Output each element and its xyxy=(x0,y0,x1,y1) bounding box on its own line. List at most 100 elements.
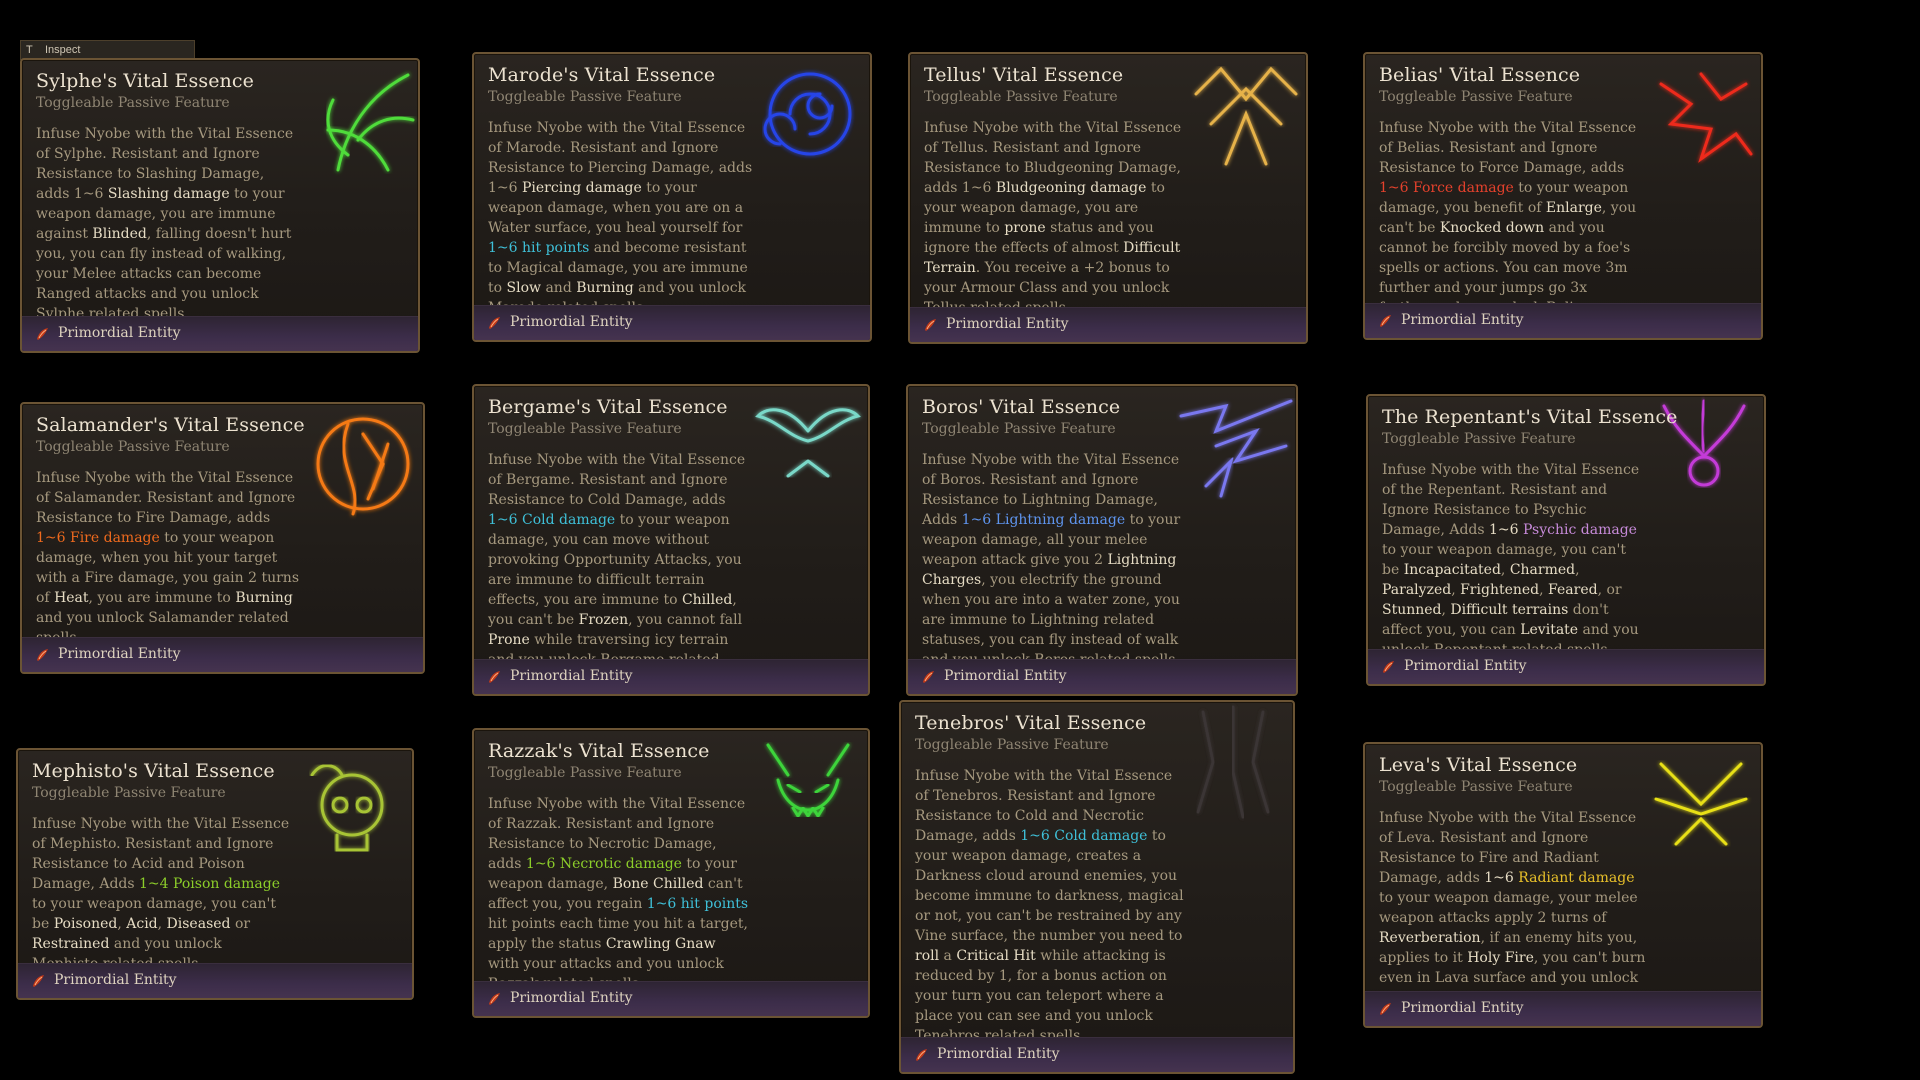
keyword[interactable]: Diseased xyxy=(167,916,231,932)
keyword[interactable]: Bone Chilled xyxy=(613,876,704,892)
keyword[interactable]: Frightened xyxy=(1460,582,1539,598)
card-description: Infuse Nyobe with the Vital Essence of B… xyxy=(922,450,1192,670)
keyword[interactable]: Critical Hit xyxy=(956,948,1035,964)
card-description: Infuse Nyobe with the Vital Essence of R… xyxy=(488,794,750,994)
keyword[interactable]: Incapacitated xyxy=(1404,562,1501,578)
force-burst-icon xyxy=(1641,54,1761,174)
card-title: Marode's Vital Essence xyxy=(488,64,716,86)
footer-label: Primordial Entity xyxy=(510,668,633,684)
keyword[interactable]: Prone xyxy=(488,632,530,648)
footer-label: Primordial Entity xyxy=(54,972,177,988)
footer-label: Primordial Entity xyxy=(1401,312,1524,328)
keyword[interactable]: Paralyzed xyxy=(1382,582,1451,598)
keyword[interactable]: Crawling Gnaw xyxy=(606,936,716,952)
description-text: , xyxy=(1539,582,1549,598)
fire-sigil-icon xyxy=(303,404,423,524)
description-text: , you cannot fall xyxy=(628,612,743,628)
card-subtitle: Toggleable Passive Feature xyxy=(1379,779,1573,795)
primordial-entity-icon xyxy=(34,647,50,663)
keyword[interactable]: Blinded xyxy=(92,226,146,242)
primordial-entity-icon xyxy=(920,669,936,685)
keyword[interactable]: Acid xyxy=(126,916,157,932)
footer-label: Primordial Entity xyxy=(58,325,181,341)
card-title: The Repentant's Vital Essence xyxy=(1382,406,1678,428)
card-footer: Primordial Entity xyxy=(18,963,412,998)
shadow-icon xyxy=(1173,702,1293,822)
essence-tooltip-card: Bergame's Vital Essence Toggleable Passiv… xyxy=(472,384,870,696)
card-title: Salamander's Vital Essence xyxy=(36,414,305,436)
card-footer: Primordial Entity xyxy=(1365,991,1761,1026)
description-text: , xyxy=(1500,562,1510,578)
keyword[interactable]: Poisoned xyxy=(54,916,118,932)
card-description: Infuse Nyobe with the Vital Essence of M… xyxy=(488,118,753,318)
card-title: Tenebros' Vital Essence xyxy=(915,712,1147,734)
essence-tooltip-card: Boros' Vital Essence Toggleable Passive F… xyxy=(906,384,1298,696)
keyword[interactable]: Heat xyxy=(54,590,88,606)
keyword[interactable]: 1~6 Cold damage xyxy=(488,512,615,528)
keyword[interactable]: Frozen xyxy=(579,612,629,628)
keyword[interactable]: 1~6 xyxy=(1484,870,1514,886)
keyword[interactable]: 1~6 Cold damage xyxy=(1020,828,1147,844)
card-footer: Primordial Entity xyxy=(22,316,418,351)
keyword[interactable]: Reverberation xyxy=(1379,930,1481,946)
footer-label: Primordial Entity xyxy=(510,314,633,330)
primordial-entity-icon xyxy=(486,669,502,685)
description-text: or xyxy=(230,916,251,932)
keyword[interactable]: roll xyxy=(915,948,939,964)
keyword[interactable]: Restrained xyxy=(32,936,109,952)
water-swirl-icon xyxy=(750,54,870,174)
keyword[interactable]: Difficult terrains xyxy=(1450,602,1568,618)
keyword[interactable]: Charmed xyxy=(1510,562,1575,578)
card-subtitle: Toggleable Passive Feature xyxy=(36,95,230,111)
keyword[interactable]: Burning xyxy=(576,280,633,296)
card-footer: Primordial Entity xyxy=(474,659,868,694)
description-text: , xyxy=(157,916,167,932)
keyword[interactable]: Knocked down xyxy=(1440,220,1544,236)
description-text: and xyxy=(541,280,577,296)
keyword[interactable]: 1~6 hit points xyxy=(488,240,589,256)
inspect-tab[interactable]: T Inspect xyxy=(20,40,195,60)
keyword[interactable]: 1~6 Force damage xyxy=(1379,180,1514,196)
keyword[interactable]: Feared xyxy=(1548,582,1598,598)
keyword[interactable]: Burning xyxy=(235,590,292,606)
keyword[interactable]: 1~6 hit points xyxy=(647,896,748,912)
keyword[interactable]: Enlarge xyxy=(1546,200,1602,216)
card-description: Infuse Nyobe with the Vital Essence of T… xyxy=(924,118,1189,318)
description-text: a xyxy=(939,948,957,964)
description-text: , xyxy=(1451,582,1461,598)
keyword[interactable]: 1~6 xyxy=(1489,522,1519,538)
footer-label: Primordial Entity xyxy=(944,668,1067,684)
card-footer: Primordial Entity xyxy=(908,659,1296,694)
keyword[interactable]: 1~6 Necrotic damage xyxy=(526,856,682,872)
radiant-icon xyxy=(1641,744,1761,864)
keyword[interactable]: 1~4 Poison damage xyxy=(139,876,280,892)
essence-tooltip-card: Belias' Vital Essence Toggleable Passive … xyxy=(1363,52,1763,340)
keyword[interactable]: Piercing damage xyxy=(522,180,642,196)
card-title: Sylphe's Vital Essence xyxy=(36,70,254,92)
keyword[interactable]: Holy Fire xyxy=(1467,950,1534,966)
card-footer: Primordial Entity xyxy=(1368,649,1764,684)
ice-bird-icon xyxy=(748,386,868,506)
essence-tooltip-card: Tellus' Vital Essence Toggleable Passive … xyxy=(908,52,1308,344)
essence-tooltip-card: Tenebros' Vital Essence Toggleable Passiv… xyxy=(899,700,1295,1074)
keyword[interactable]: Stunned xyxy=(1382,602,1442,618)
description-text: Infuse Nyobe with the Vital Essence of S… xyxy=(36,470,296,526)
skull-icon xyxy=(292,750,412,870)
keyword[interactable]: Slow xyxy=(507,280,541,296)
keyword[interactable]: Bludgeoning damage xyxy=(996,180,1147,196)
footer-label: Primordial Entity xyxy=(58,646,181,662)
essence-tooltip-card: Mephisto's Vital Essence Toggleable Passi… xyxy=(16,748,414,1000)
demon-face-icon xyxy=(748,730,868,850)
card-subtitle: Toggleable Passive Feature xyxy=(924,89,1118,105)
keyword[interactable]: Chilled xyxy=(682,592,732,608)
keyword[interactable]: Slashing damage xyxy=(108,186,230,202)
lightning-icon xyxy=(1176,386,1296,506)
keyword[interactable]: Psychic damage xyxy=(1523,522,1637,538)
keyword[interactable]: 1~6 Fire damage xyxy=(36,530,160,546)
card-title: Leva's Vital Essence xyxy=(1379,754,1578,776)
keyword[interactable]: Radiant damage xyxy=(1518,870,1634,886)
keyword[interactable]: Levitate xyxy=(1520,622,1578,638)
keyword[interactable]: 1~6 Lightning damage xyxy=(962,512,1125,528)
primordial-entity-icon xyxy=(1377,1001,1393,1017)
keyword[interactable]: prone xyxy=(1004,220,1045,236)
